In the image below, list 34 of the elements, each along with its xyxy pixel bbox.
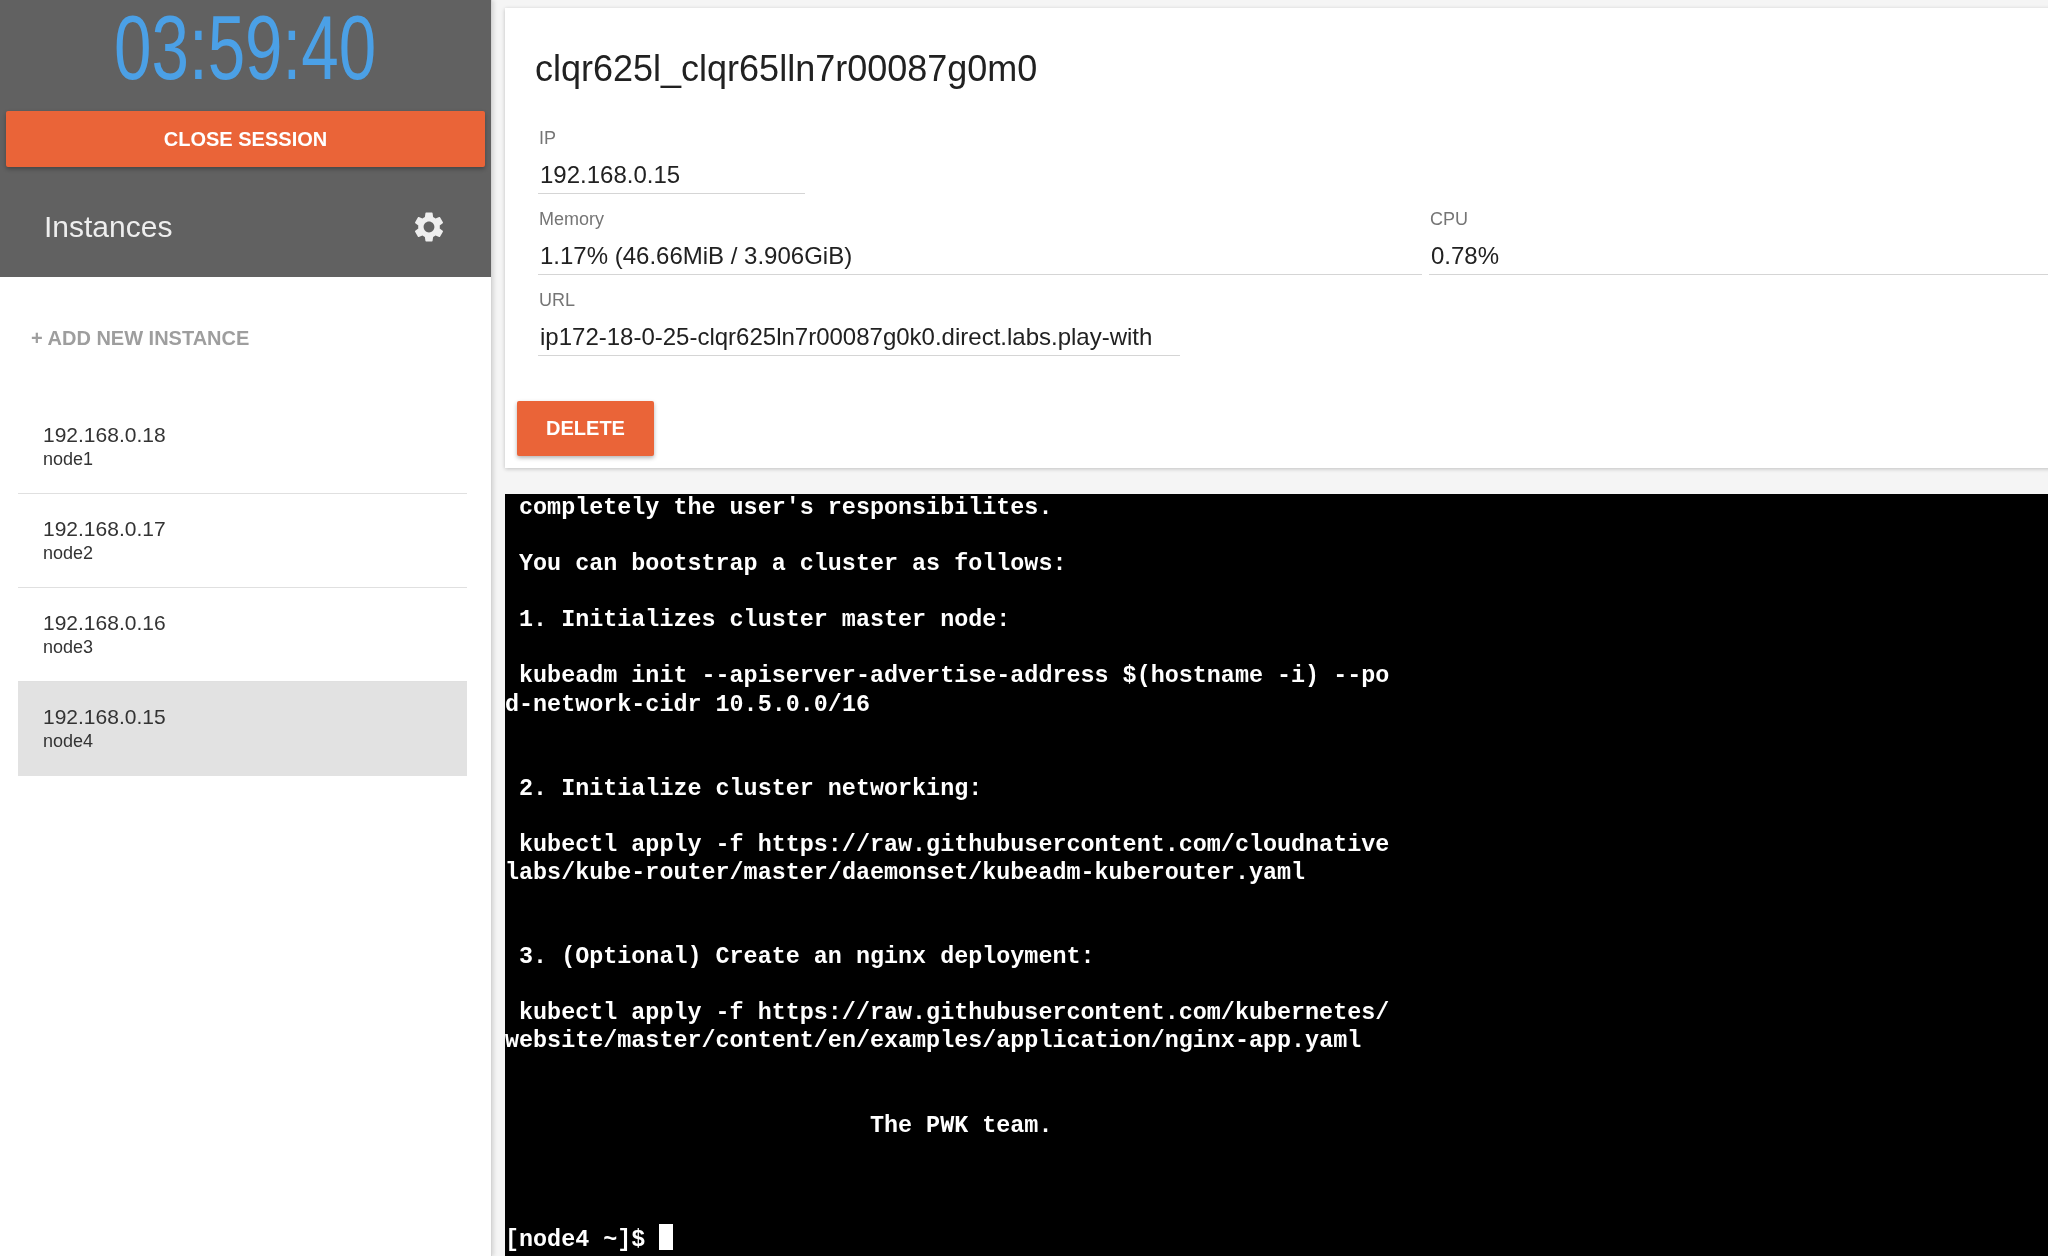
text-field[interactable]: 1.17% (46.66MiB / 3.906GiB)	[538, 240, 1422, 275]
instance-list-item[interactable]: 192.168.0.15 node4	[18, 682, 467, 776]
instances-title: Instances	[44, 210, 173, 244]
terminal-line: kubeadm init --apiserver-advertise-address $(hostname -i) --po	[519, 662, 1390, 691]
terminal-line: The PWK team.	[869, 1111, 1053, 1140]
field-label: Memory	[539, 209, 604, 229]
instance-ip: 192.168.0.18	[43, 423, 166, 447]
instance-title: clqr625l_clqr65lln7r00087g0m0	[535, 47, 1038, 91]
terminal-line: kubectl apply -f https://raw.githubusercontent.com/kubernetes/	[519, 999, 1390, 1028]
instance-ip: 192.168.0.17	[43, 517, 166, 541]
field-label: IP	[539, 128, 556, 148]
terminal-line: d-network-cidr 10.5.0.0/16	[505, 690, 870, 719]
terminal-line: 1. Initializes cluster master node:	[519, 606, 1011, 635]
terminal-line: kubectl apply -f https://raw.githubusercontent.com/cloudnative	[519, 830, 1390, 859]
instance-name: node1	[43, 448, 94, 471]
terminal-line: 2. Initialize cluster networking:	[519, 774, 983, 803]
terminal-prompt: [node4 ~]$	[505, 1226, 646, 1255]
instance-name: node4	[43, 730, 94, 753]
session-timer: 03:59:40	[114, 2, 377, 93]
instance-ip: 192.168.0.16	[43, 611, 166, 635]
terminal-line: You can bootstrap a cluster as follows:	[519, 550, 1067, 579]
text-field[interactable]: 0.78%	[1429, 240, 2048, 275]
terminal-line: website/master/content/en/examples/application/nginx-app.yaml	[505, 1027, 1362, 1056]
terminal-line: completely the user's responsibilites.	[519, 494, 1053, 523]
text-field[interactable]: 192.168.0.15	[538, 159, 805, 194]
text-field[interactable]: ip172-18-0-25-clqr625ln7r00087g0k0.direct.labs.play-with	[538, 321, 1180, 356]
field-label: CPU	[1430, 209, 1468, 229]
terminal-line: 3. (Optional) Create an nginx deployment:	[519, 943, 1095, 972]
cursor-icon	[659, 1224, 674, 1251]
instance-ip: 192.168.0.15	[43, 705, 166, 729]
field-label: URL	[539, 290, 575, 310]
terminal-line: labs/kube-router/master/daemonset/kubeadm-kuberouter.yaml	[505, 859, 1306, 888]
instance-name: node3	[43, 636, 94, 659]
instance-name: node2	[43, 542, 94, 565]
